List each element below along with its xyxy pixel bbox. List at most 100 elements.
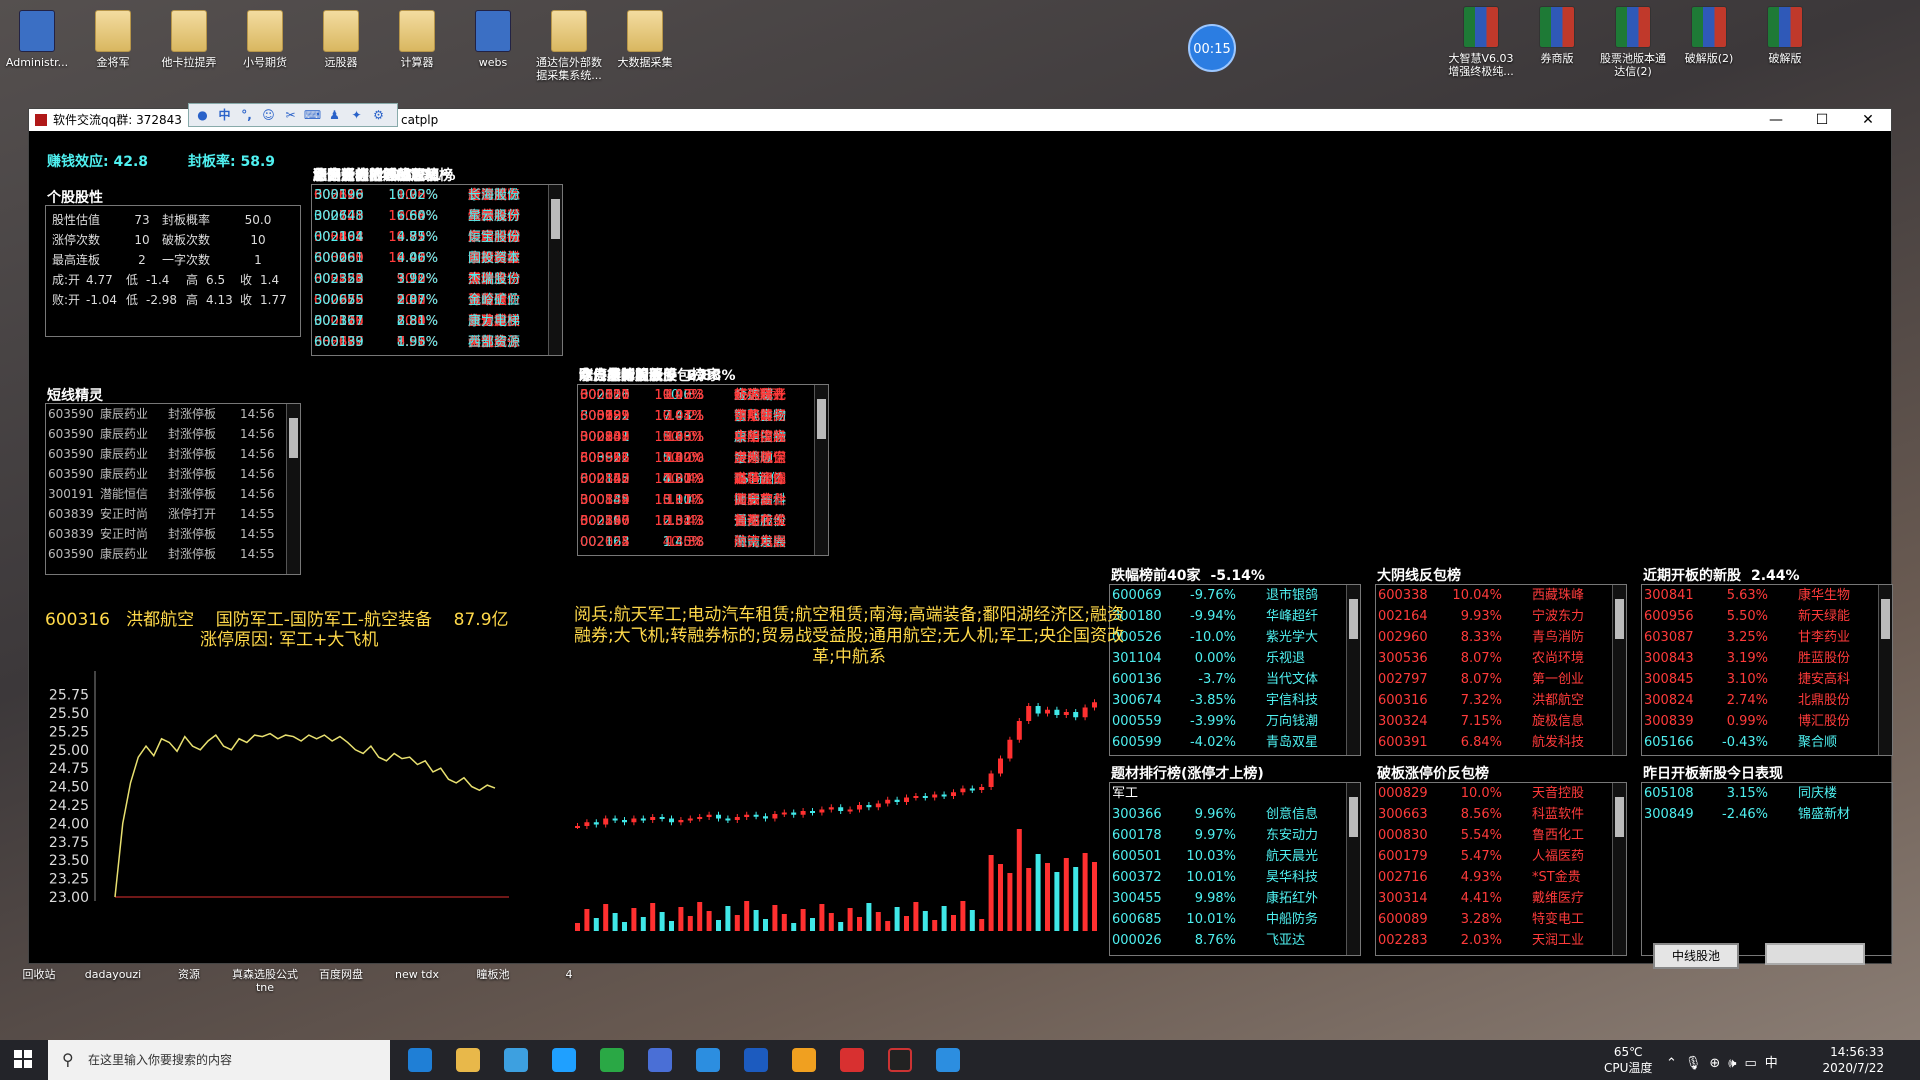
- table-row[interactable]: 600069 -9.76% 退市银鸽: [1110, 585, 1360, 606]
- taskbar-app-icon[interactable]: [456, 1048, 480, 1072]
- ime-indicator[interactable]: 中: [1765, 1056, 1786, 1071]
- taskbar-app-icon[interactable]: [936, 1048, 960, 1072]
- table-row[interactable]: 605108 3.15% 同庆楼: [1642, 783, 1892, 804]
- table-row[interactable]: 600061 4.06% 国投资本: [312, 248, 562, 269]
- list-item[interactable]: 603590 康辰药业 封涨停板 14:56: [46, 444, 300, 464]
- table-row[interactable]: 605166 -0.43% 聚合顺: [1642, 732, 1892, 753]
- table-row[interactable]: 000830 5.54% 鲁西化工: [1376, 825, 1626, 846]
- table-row[interactable]: 002164 9.93% 宁波东力: [1376, 606, 1626, 627]
- table-row[interactable]: 300663 8.56% 科蓝软件: [1376, 804, 1626, 825]
- table-row[interactable]: 600179 5.47% 人福医药: [1376, 846, 1626, 867]
- table-row[interactable]: 300196 10.02% 长海股份: [312, 185, 562, 206]
- table-row[interactable]: 002104 4.85% 恒宝股份: [312, 227, 562, 248]
- table-row[interactable]: 600599 -4.02% 青岛双星: [1110, 732, 1360, 753]
- table-row[interactable]: 002960 8.33% 青鸟消防: [1376, 627, 1626, 648]
- table-row[interactable]: 600501 10.03% 航天晨光: [1110, 846, 1360, 867]
- table-row[interactable]: 300324 7.15% 旋极信息: [1376, 711, 1626, 732]
- table-row[interactable]: 000829 10.0% 天音控股: [1376, 783, 1626, 804]
- panel-scrollbar[interactable]: [1346, 585, 1360, 755]
- desktop-icon[interactable]: 券商版: [1520, 6, 1594, 65]
- panel-header-row[interactable]: 军工: [1110, 783, 1360, 804]
- desktop-icon-label-bottom[interactable]: new tdx: [380, 968, 454, 981]
- table-row[interactable]: 002797 8.07% 第一创业: [1376, 669, 1626, 690]
- panel-scrollbar[interactable]: [1346, 783, 1360, 955]
- close-button[interactable]: ✕: [1845, 109, 1891, 131]
- taskbar-app-icon[interactable]: [792, 1048, 816, 1072]
- table-row[interactable]: 300674 -3.85% 宇信科技: [1110, 690, 1360, 711]
- table-row[interactable]: 600178 9.97% 东安动力: [1110, 825, 1360, 846]
- desktop-icon[interactable]: 股票池版本通达信(2): [1596, 6, 1670, 78]
- desktop-icon[interactable]: 计算器: [380, 10, 454, 69]
- windows-start-icon[interactable]: [14, 1050, 32, 1068]
- table-row[interactable]: 300851 10.0% 交大思诺: [578, 448, 828, 469]
- table-row[interactable]: 300840 10.0% 酷特智能: [578, 469, 828, 490]
- minimize-button[interactable]: —: [1753, 109, 1799, 131]
- desktop-icon[interactable]: 破解版(2): [1672, 6, 1746, 65]
- list-item[interactable]: 300191 潜能恒信 封涨停板 14:56: [46, 484, 300, 504]
- mid-term-pool-button[interactable]: 中线股池: [1653, 943, 1739, 969]
- table-row[interactable]: 300839 0.99% 博汇股份: [1642, 711, 1892, 732]
- desktop-icon[interactable]: webs: [456, 10, 530, 69]
- blank-button[interactable]: [1765, 943, 1865, 965]
- qq-tool-icon[interactable]: ⌨: [303, 106, 322, 124]
- table-row[interactable]: 000526 -10.0% 紫光学大: [1110, 627, 1360, 648]
- desktop-icon-label-bottom[interactable]: 4: [532, 968, 606, 981]
- table-row[interactable]: 002353 3.92% 杰瑞股份: [312, 269, 562, 290]
- list-item[interactable]: 603590 康辰药业 封涨停板 14:56: [46, 424, 300, 444]
- desktop-icon[interactable]: Administr...: [0, 10, 74, 69]
- table-row[interactable]: 000559 -3.99% 万向钱潮: [1110, 711, 1360, 732]
- table-row[interactable]: 300852 10.01% 四会富仕: [578, 490, 828, 511]
- table-row[interactable]: 300843 3.19% 胜蓝股份: [1642, 648, 1892, 669]
- panel-scrollbar[interactable]: [1612, 585, 1626, 755]
- table-row[interactable]: 002716 4.93% *ST金贵: [1376, 867, 1626, 888]
- table-row[interactable]: 300847 9.99% 中船汉光: [578, 427, 828, 448]
- desktop-icon[interactable]: 破解版: [1748, 6, 1822, 65]
- table-row[interactable]: 600956 5.50% 新天绿能: [1642, 606, 1892, 627]
- desktop-icon[interactable]: 大智慧V6.03增强终极纯...: [1444, 6, 1518, 78]
- table-row[interactable]: 600338 10.04% 西藏珠峰: [1376, 585, 1626, 606]
- taskbar-app-icon[interactable]: [600, 1048, 624, 1072]
- qq-tool-icon[interactable]: ♟: [325, 106, 344, 124]
- table-row[interactable]: 300648 6.60% 星云股份: [312, 206, 562, 227]
- desktop-icon[interactable]: 他卡拉提弄: [152, 10, 226, 69]
- desktop-icon[interactable]: 通达信外部数据采集系统...: [532, 10, 606, 82]
- qq-tool-icon[interactable]: ✦: [347, 106, 366, 124]
- desktop-icon[interactable]: 远股器: [304, 10, 378, 69]
- table-row[interactable]: 600136 -3.7% 当代文体: [1110, 669, 1360, 690]
- desktop-icon-label-bottom[interactable]: 真森选股公式tne: [228, 968, 302, 994]
- taskbar-app-icon[interactable]: [648, 1048, 672, 1072]
- list-item[interactable]: 603839 安正时尚 封涨停板 14:55: [46, 524, 300, 544]
- list-item[interactable]: 603590 康辰药业 封涨停板 14:55: [46, 544, 300, 564]
- table-row[interactable]: 600372 10.01% 昊华科技: [1110, 867, 1360, 888]
- taskbar-clock[interactable]: 14:56:33 2020/7/22: [1822, 1044, 1884, 1076]
- table-row[interactable]: 603087 3.25% 甘李药业: [1642, 627, 1892, 648]
- desktop-icon-label-bottom[interactable]: dadayouzi: [76, 968, 150, 981]
- table-row[interactable]: 301104 0.00% 乐视退: [1110, 648, 1360, 669]
- table-row[interactable]: 300655 2.87% 金岭矿业: [312, 290, 562, 311]
- table-row[interactable]: 600316 7.32% 洪都航空: [1376, 690, 1626, 711]
- taskbar-app-icon[interactable]: [552, 1048, 576, 1072]
- table-row[interactable]: 300366 9.96% 创意信息: [1110, 804, 1360, 825]
- taskbar-app-icon[interactable]: [696, 1048, 720, 1072]
- table-row[interactable]: 300536 8.07% 农尚环境: [1376, 648, 1626, 669]
- taskbar-app-icon[interactable]: [744, 1048, 768, 1072]
- desktop-icon-label-bottom[interactable]: 回收站: [2, 968, 76, 981]
- qq-tool-icon[interactable]: °,: [237, 106, 256, 124]
- list-item[interactable]: 603590 康辰药业 封涨停板 14:56: [46, 404, 300, 424]
- list-item[interactable]: 603839 安正时尚 涨停打开 14:55: [46, 504, 300, 524]
- table-row[interactable]: 600089 3.28% 特变电工: [1376, 909, 1626, 930]
- taskbar-app-icon[interactable]: [840, 1048, 864, 1072]
- table-row[interactable]: 300180 -9.94% 华峰超纤: [1110, 606, 1360, 627]
- tray-icons[interactable]: ⌃🎙⊕🕪▭中: [1666, 1052, 1786, 1071]
- table-row[interactable]: 002367 2.81% 康力电梯: [312, 311, 562, 332]
- table-row[interactable]: 600391 6.84% 航发科技: [1376, 732, 1626, 753]
- panel-scrollbar[interactable]: [1612, 783, 1626, 955]
- table-row[interactable]: 300845 3.10% 捷安高科: [1642, 669, 1892, 690]
- table-row[interactable]: 300455 9.98% 康拓红外: [1110, 888, 1360, 909]
- qq-tool-icon[interactable]: ✂: [281, 106, 300, 124]
- qq-tool-icon[interactable]: 中: [215, 106, 234, 124]
- panel-scrollbar[interactable]: [1878, 585, 1892, 755]
- table-row[interactable]: 605199 9.97% 葫芦娃: [578, 406, 828, 427]
- table-row[interactable]: 002283 2.03% 天润工业: [1376, 930, 1626, 951]
- desktop-icon-label-bottom[interactable]: 百度网盘: [304, 968, 378, 981]
